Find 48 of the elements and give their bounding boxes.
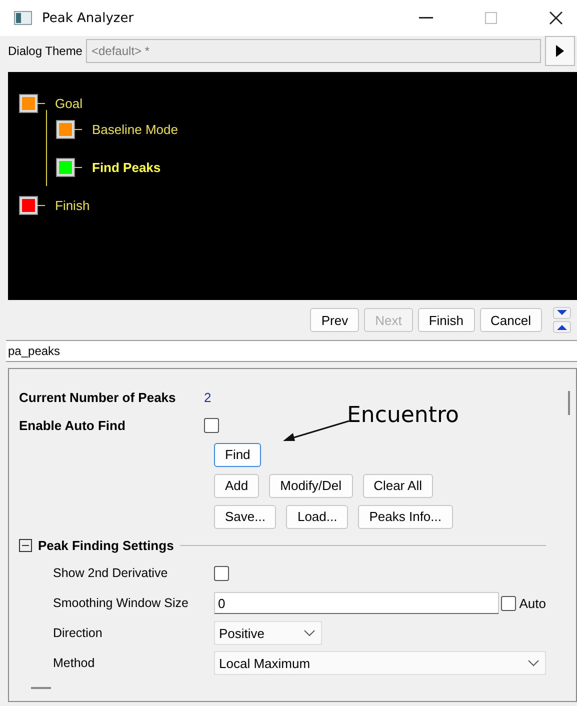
- action-button[interactable]: Peaks Info...: [358, 504, 452, 528]
- dropdown[interactable]: Local Maximum: [214, 651, 546, 675]
- setting-label: Direction: [53, 626, 104, 640]
- step-label[interactable]: Finish: [55, 198, 90, 212]
- annotation-arrow: [281, 419, 351, 443]
- action-button[interactable]: Modify/Del: [269, 474, 353, 498]
- nav-button[interactable]: Cancel: [480, 308, 542, 332]
- chevron-down-icon: [528, 660, 539, 666]
- setting-label: Method: [53, 656, 96, 670]
- action-button[interactable]: Clear All: [362, 474, 433, 498]
- page-name-field: pa_peaks: [6, 340, 577, 362]
- play-icon: [556, 45, 564, 57]
- setting-label: Show 2nd Derivative: [53, 566, 169, 580]
- theme-menu-button[interactable]: [545, 36, 575, 66]
- minimize-icon[interactable]: [419, 17, 433, 19]
- step-label[interactable]: Goal: [55, 96, 82, 110]
- checkbox[interactable]: [214, 566, 229, 580]
- dropdown[interactable]: Positive: [214, 621, 322, 645]
- app-icon: [14, 11, 32, 25]
- peaks-count-label: Current Number of Peaks: [19, 390, 177, 404]
- nav-button[interactable]: Prev: [310, 308, 360, 332]
- scrollbar-thumb[interactable]: [568, 391, 570, 415]
- node-square[interactable]: [57, 158, 74, 176]
- input-field[interactable]: 0: [214, 592, 500, 614]
- section-title: Peak Finding Settings: [38, 538, 174, 552]
- peaks-count: 2: [204, 390, 212, 404]
- checkbox[interactable]: [204, 418, 219, 432]
- step-label[interactable]: Find Peaks: [92, 160, 161, 174]
- setting-label: Smoothing Window Size: [53, 596, 190, 610]
- nav-button[interactable]: Finish: [418, 308, 475, 332]
- node-square[interactable]: [57, 120, 74, 138]
- action-button[interactable]: Add: [214, 474, 260, 498]
- action-button[interactable]: Load...: [286, 504, 348, 528]
- annotation-label: Encuentro: [347, 403, 460, 428]
- theme-label: Dialog Theme: [8, 44, 82, 58]
- window-title: Peak Analyzer: [42, 10, 134, 26]
- node-square[interactable]: [20, 196, 37, 214]
- checkbox[interactable]: [501, 596, 516, 610]
- theme-field[interactable]: <default> *: [86, 39, 541, 63]
- action-button[interactable]: Save...: [214, 504, 276, 528]
- auto-find-label: Enable Auto Find: [19, 418, 126, 432]
- node-square[interactable]: [20, 94, 37, 112]
- chevron-down-icon: [304, 630, 315, 636]
- collapse-icon[interactable]: [19, 538, 32, 552]
- checkbox-label: Auto: [519, 596, 546, 610]
- step-label[interactable]: Baseline Mode: [92, 122, 178, 136]
- action-button[interactable]: Find: [214, 442, 262, 466]
- close-icon[interactable]: [549, 11, 563, 25]
